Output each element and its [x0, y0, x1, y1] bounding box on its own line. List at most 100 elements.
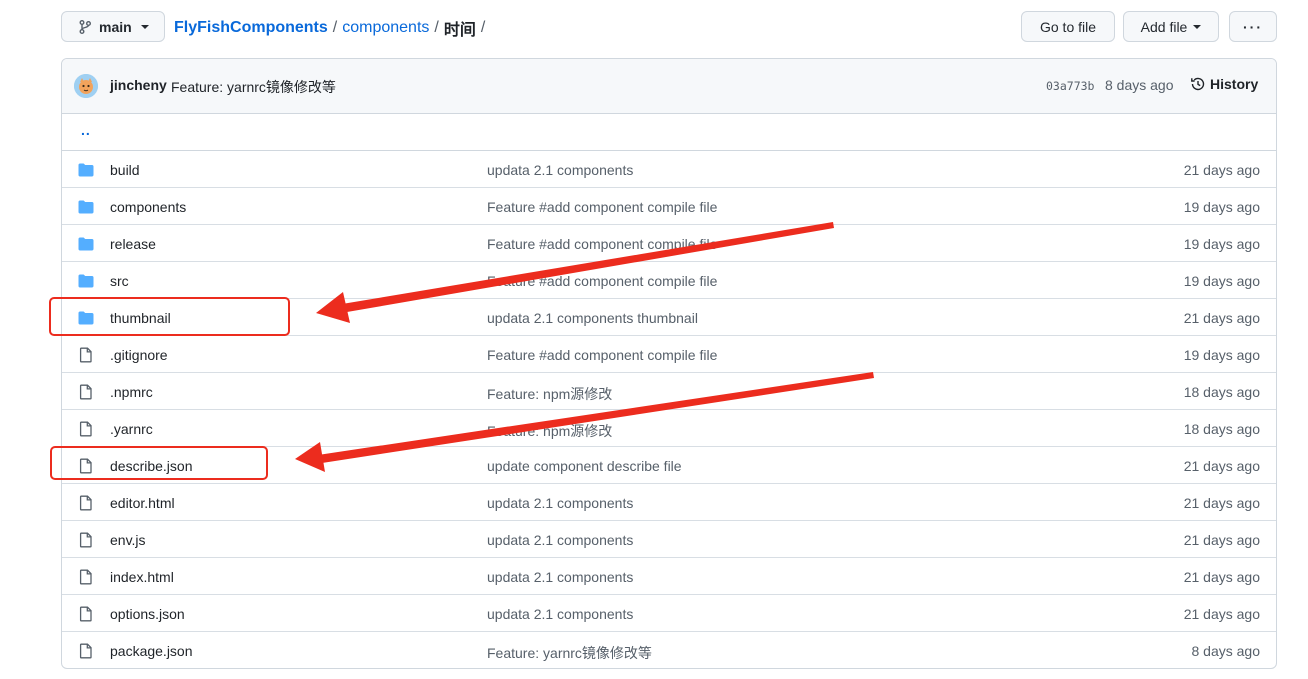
file-name-link[interactable]: build — [110, 162, 140, 178]
avatar[interactable] — [74, 74, 98, 98]
file-commit-message-link[interactable]: updata 2.1 components — [487, 162, 633, 178]
file-row[interactable]: .yarnrc Feature: npm源修改 18 days ago — [62, 410, 1276, 447]
folder-icon — [78, 199, 94, 215]
file-name-link[interactable]: options.json — [110, 606, 185, 622]
file-name-link[interactable]: components — [110, 199, 186, 215]
file-name-link[interactable]: .yarnrc — [110, 421, 153, 437]
file-row[interactable]: options.json updata 2.1 components 21 days… — [62, 595, 1276, 632]
breadcrumb-separator: / — [434, 19, 439, 36]
file-commit-time: 18 days ago — [1183, 384, 1260, 400]
file-commit-time: 18 days ago — [1183, 421, 1260, 437]
file-name-link[interactable]: thumbnail — [110, 310, 171, 326]
file-commit-time: 21 days ago — [1183, 310, 1260, 326]
file-commit-message-link[interactable]: Feature #add component compile file — [487, 273, 717, 289]
file-icon — [78, 643, 94, 659]
file-commit-time: 19 days ago — [1183, 273, 1260, 289]
file-commit-time: 21 days ago — [1183, 606, 1260, 622]
file-commit-message-link[interactable]: updata 2.1 components — [487, 569, 633, 585]
file-name-link[interactable]: describe.json — [110, 458, 193, 474]
file-name-link[interactable]: release — [110, 236, 156, 252]
file-icon — [78, 458, 94, 474]
kebab-icon: ··· — [1243, 18, 1263, 35]
breadcrumb-separator: / — [332, 19, 338, 36]
breadcrumb-separator: / — [480, 19, 486, 36]
file-name-link[interactable]: index.html — [110, 569, 174, 585]
file-name-link[interactable]: package.json — [110, 643, 193, 659]
file-icon — [78, 384, 94, 400]
commit-sha-link[interactable]: 03a773b — [1046, 79, 1094, 93]
file-row[interactable]: editor.html updata 2.1 components 21 days … — [62, 484, 1276, 521]
file-row[interactable]: src Feature #add component compile file 19… — [62, 262, 1276, 299]
file-commit-message-link[interactable]: Feature #add component compile file — [487, 347, 717, 363]
file-commit-message-link[interactable]: updata 2.1 components thumbnail — [487, 310, 698, 326]
file-commit-time: 21 days ago — [1183, 569, 1260, 585]
file-commit-time: 21 days ago — [1183, 162, 1260, 178]
file-commit-message-link[interactable]: updata 2.1 components — [487, 606, 633, 622]
file-icon — [78, 347, 94, 363]
file-icon — [78, 421, 94, 437]
file-name-link[interactable]: editor.html — [110, 495, 175, 511]
folder-icon — [78, 162, 94, 178]
file-commit-message-link[interactable]: Feature: npm源修改 — [487, 421, 612, 441]
file-name-link[interactable]: .npmrc — [110, 384, 153, 400]
file-row[interactable]: index.html updata 2.1 components 21 days a… — [62, 558, 1276, 595]
file-row[interactable]: .gitignore Feature #add component compile… — [62, 336, 1276, 373]
go-to-file-button[interactable]: Go to file — [1021, 11, 1115, 42]
commit-message-link[interactable]: Feature: yarnrc镜像修改等 — [171, 77, 336, 97]
file-commit-time: 21 days ago — [1183, 495, 1260, 511]
file-commit-message-link[interactable]: updata 2.1 components — [487, 532, 633, 548]
breadcrumb-current: 时间 — [443, 22, 476, 39]
go-to-file-label: Go to file — [1039, 18, 1097, 35]
breadcrumb: FlyFishComponents / components / 时间 / — [174, 16, 490, 40]
parent-directory-link[interactable]: .. — [81, 122, 91, 138]
file-commit-message-link[interactable]: updata 2.1 components — [487, 495, 633, 511]
chevron-down-icon — [140, 24, 149, 29]
file-row[interactable]: describe.json update component describe f… — [62, 447, 1276, 484]
file-commit-message-link[interactable]: update component describe file — [487, 458, 682, 474]
file-row[interactable]: build updata 2.1 components 21 days ago — [62, 151, 1276, 188]
file-icon — [78, 495, 94, 511]
file-row[interactable]: release Feature #add component compile fi… — [62, 225, 1276, 262]
commit-author-link[interactable]: jincheny — [110, 77, 167, 93]
file-browser: jincheny Feature: yarnrc镜像修改等 03a773b 8 … — [61, 58, 1277, 669]
add-file-button[interactable]: Add file — [1123, 11, 1219, 42]
file-name-link[interactable]: src — [110, 273, 129, 289]
branch-selector-button[interactable]: main — [61, 11, 165, 42]
file-icon — [78, 569, 94, 585]
file-commit-time: 8 days ago — [1191, 643, 1261, 659]
file-commit-time: 19 days ago — [1183, 199, 1260, 215]
file-row[interactable]: env.js updata 2.1 components 21 days ago — [62, 521, 1276, 558]
folder-icon — [78, 236, 94, 252]
file-row[interactable]: .npmrc Feature: npm源修改 18 days ago — [62, 373, 1276, 410]
commit-time: 8 days ago — [1105, 77, 1174, 93]
file-name-link[interactable]: env.js — [110, 532, 146, 548]
file-row[interactable]: package.json Feature: yarnrc镜像修改等 8 days a… — [62, 632, 1276, 668]
file-icon — [78, 532, 94, 548]
git-branch-icon — [77, 19, 93, 35]
file-commit-message-link[interactable]: Feature: npm源修改 — [487, 384, 612, 404]
repo-topbar: main FlyFishComponents / components / 时间… — [61, 11, 1277, 43]
latest-commit-bar: jincheny Feature: yarnrc镜像修改等 03a773b 8 … — [62, 59, 1276, 114]
more-options-button[interactable]: ··· — [1229, 11, 1277, 42]
file-commit-message-link[interactable]: Feature #add component compile file — [487, 199, 717, 215]
file-commit-time: 21 days ago — [1183, 532, 1260, 548]
parent-directory-row[interactable]: .. — [62, 114, 1276, 151]
file-commit-message-link[interactable]: Feature #add component compile file — [487, 236, 717, 252]
folder-icon — [78, 273, 94, 289]
file-icon — [78, 606, 94, 622]
file-commit-time: 19 days ago — [1183, 236, 1260, 252]
file-row[interactable]: components Feature #add component compile… — [62, 188, 1276, 225]
file-name-link[interactable]: .gitignore — [110, 347, 168, 363]
branch-name: main — [99, 18, 132, 35]
file-commit-time: 19 days ago — [1183, 347, 1260, 363]
file-commit-message-link[interactable]: Feature: yarnrc镜像修改等 — [487, 643, 652, 663]
breadcrumb-dir-link[interactable]: components — [342, 19, 429, 37]
history-label: History — [1210, 76, 1259, 92]
history-button[interactable]: History — [1190, 76, 1258, 92]
chevron-down-icon — [1193, 24, 1202, 29]
breadcrumb-repo-link[interactable]: FlyFishComponents — [174, 19, 328, 37]
add-file-label: Add file — [1140, 18, 1188, 35]
file-row[interactable]: thumbnail updata 2.1 components thumbnail… — [62, 299, 1276, 336]
file-list: build updata 2.1 components 21 days ago com… — [62, 151, 1276, 668]
file-commit-time: 21 days ago — [1183, 458, 1260, 474]
